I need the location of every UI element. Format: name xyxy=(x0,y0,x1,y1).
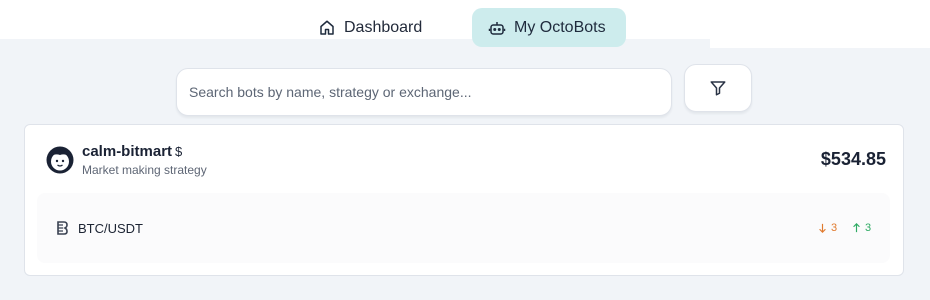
trading-pair-row[interactable]: BTC/USDT 3 3 xyxy=(37,193,890,263)
bot-total-value: $534.85 xyxy=(820,149,886,169)
filter-icon xyxy=(710,81,726,96)
down-count: 3 xyxy=(818,222,837,234)
nav-my-octobots-label: My OctoBots xyxy=(514,18,606,36)
bot-card[interactable]: calm-bitmart $ Market making strategy $5… xyxy=(24,124,904,276)
nav-my-octobots[interactable]: My OctoBots xyxy=(472,8,626,47)
home-icon xyxy=(320,20,334,35)
filter-button[interactable] xyxy=(684,64,752,112)
robot-icon xyxy=(488,21,506,35)
top-navigation-bar xyxy=(0,0,930,39)
bot-name: calm-bitmart xyxy=(82,143,173,160)
search-input[interactable] xyxy=(177,69,671,115)
bot-strategy: Market making strategy xyxy=(82,163,207,177)
nav-dashboard[interactable]: Dashboard xyxy=(302,8,452,47)
arrow-down-icon xyxy=(819,223,826,233)
up-count: 3 xyxy=(852,222,871,234)
down-count-value: 3 xyxy=(831,222,838,234)
arrow-up-icon xyxy=(853,223,860,233)
bot-currency-symbol: $ xyxy=(175,144,183,159)
trading-pair-label: BTC/USDT xyxy=(78,221,143,236)
nav-dashboard-label: Dashboard xyxy=(344,18,423,36)
bot-avatar-icon xyxy=(46,146,74,174)
bitmart-icon xyxy=(57,221,68,235)
top-navigation-bar-edge xyxy=(710,39,930,48)
search-box xyxy=(176,68,672,116)
up-count-value: 3 xyxy=(865,222,872,234)
